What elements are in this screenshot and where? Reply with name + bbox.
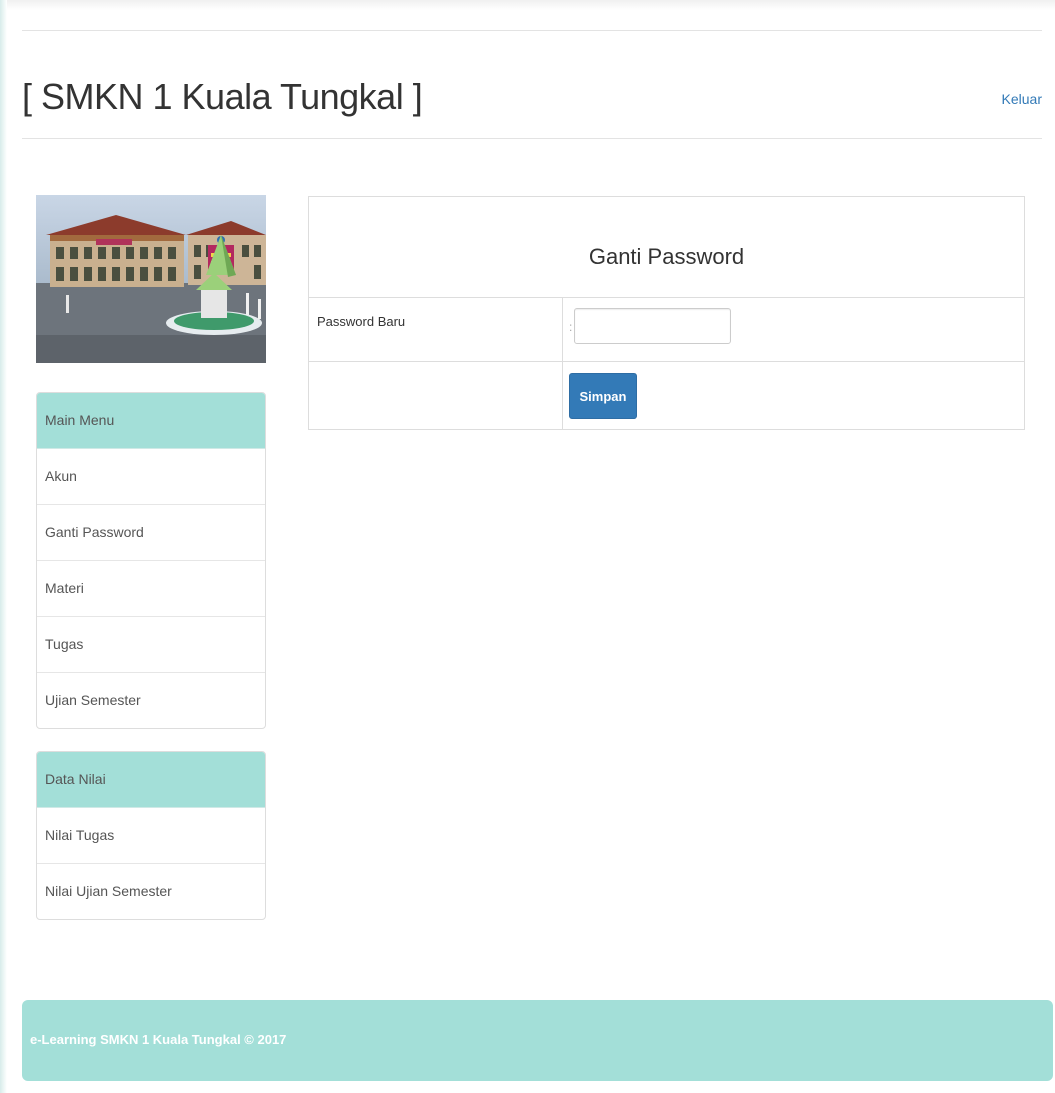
page: [ SMKN 1 Kuala Tungkal ] Keluar Main Men… xyxy=(0,0,1055,1093)
password-label: Password Baru xyxy=(309,298,563,361)
label-separator: : xyxy=(569,320,573,334)
password-cell: : xyxy=(563,298,1024,361)
site-title: [ SMKN 1 Kuala Tungkal ] xyxy=(22,76,423,117)
menu-item-tugas[interactable]: Tugas xyxy=(37,617,265,673)
submit-row: Simpan xyxy=(309,362,1024,429)
new-password-input[interactable] xyxy=(574,308,732,344)
menu-item-nilai-ujian-semester[interactable]: Nilai Ujian Semester xyxy=(37,864,265,919)
footer-text: e-Learning SMKN 1 Kuala Tungkal © 2017 xyxy=(30,1032,287,1047)
data-nilai-heading: Data Nilai xyxy=(37,752,265,808)
main-menu-heading: Main Menu xyxy=(37,393,265,449)
menu-item-ganti-password[interactable]: Ganti Password xyxy=(37,505,265,561)
data-nilai-panel: Data Nilai Nilai Tugas Nilai Ujian Semes… xyxy=(36,751,266,920)
menu-item-materi[interactable]: Materi xyxy=(37,561,265,617)
menu-item-nilai-tugas[interactable]: Nilai Tugas xyxy=(37,808,265,864)
change-password-form: Ganti Password Password Baru : Simpan xyxy=(308,196,1025,430)
form-title: Ganti Password xyxy=(309,197,1024,298)
save-button[interactable]: Simpan xyxy=(569,373,637,419)
left-edge-strip xyxy=(0,0,7,1093)
school-photo xyxy=(36,195,266,363)
footer: e-Learning SMKN 1 Kuala Tungkal © 2017 xyxy=(22,1000,1053,1081)
submit-label-cell xyxy=(309,362,563,429)
menu-item-akun[interactable]: Akun xyxy=(37,449,265,505)
logout-link[interactable]: Keluar xyxy=(1002,91,1042,107)
menu-item-ujian-semester[interactable]: Ujian Semester xyxy=(37,673,265,728)
password-row: Password Baru : xyxy=(309,298,1024,362)
submit-cell: Simpan xyxy=(563,362,1024,429)
browser-top-strip xyxy=(0,0,1055,10)
header-divider-top xyxy=(22,30,1042,31)
main-menu-panel: Main Menu Akun Ganti Password Materi Tug… xyxy=(36,392,266,729)
header-divider-bottom xyxy=(22,138,1042,139)
